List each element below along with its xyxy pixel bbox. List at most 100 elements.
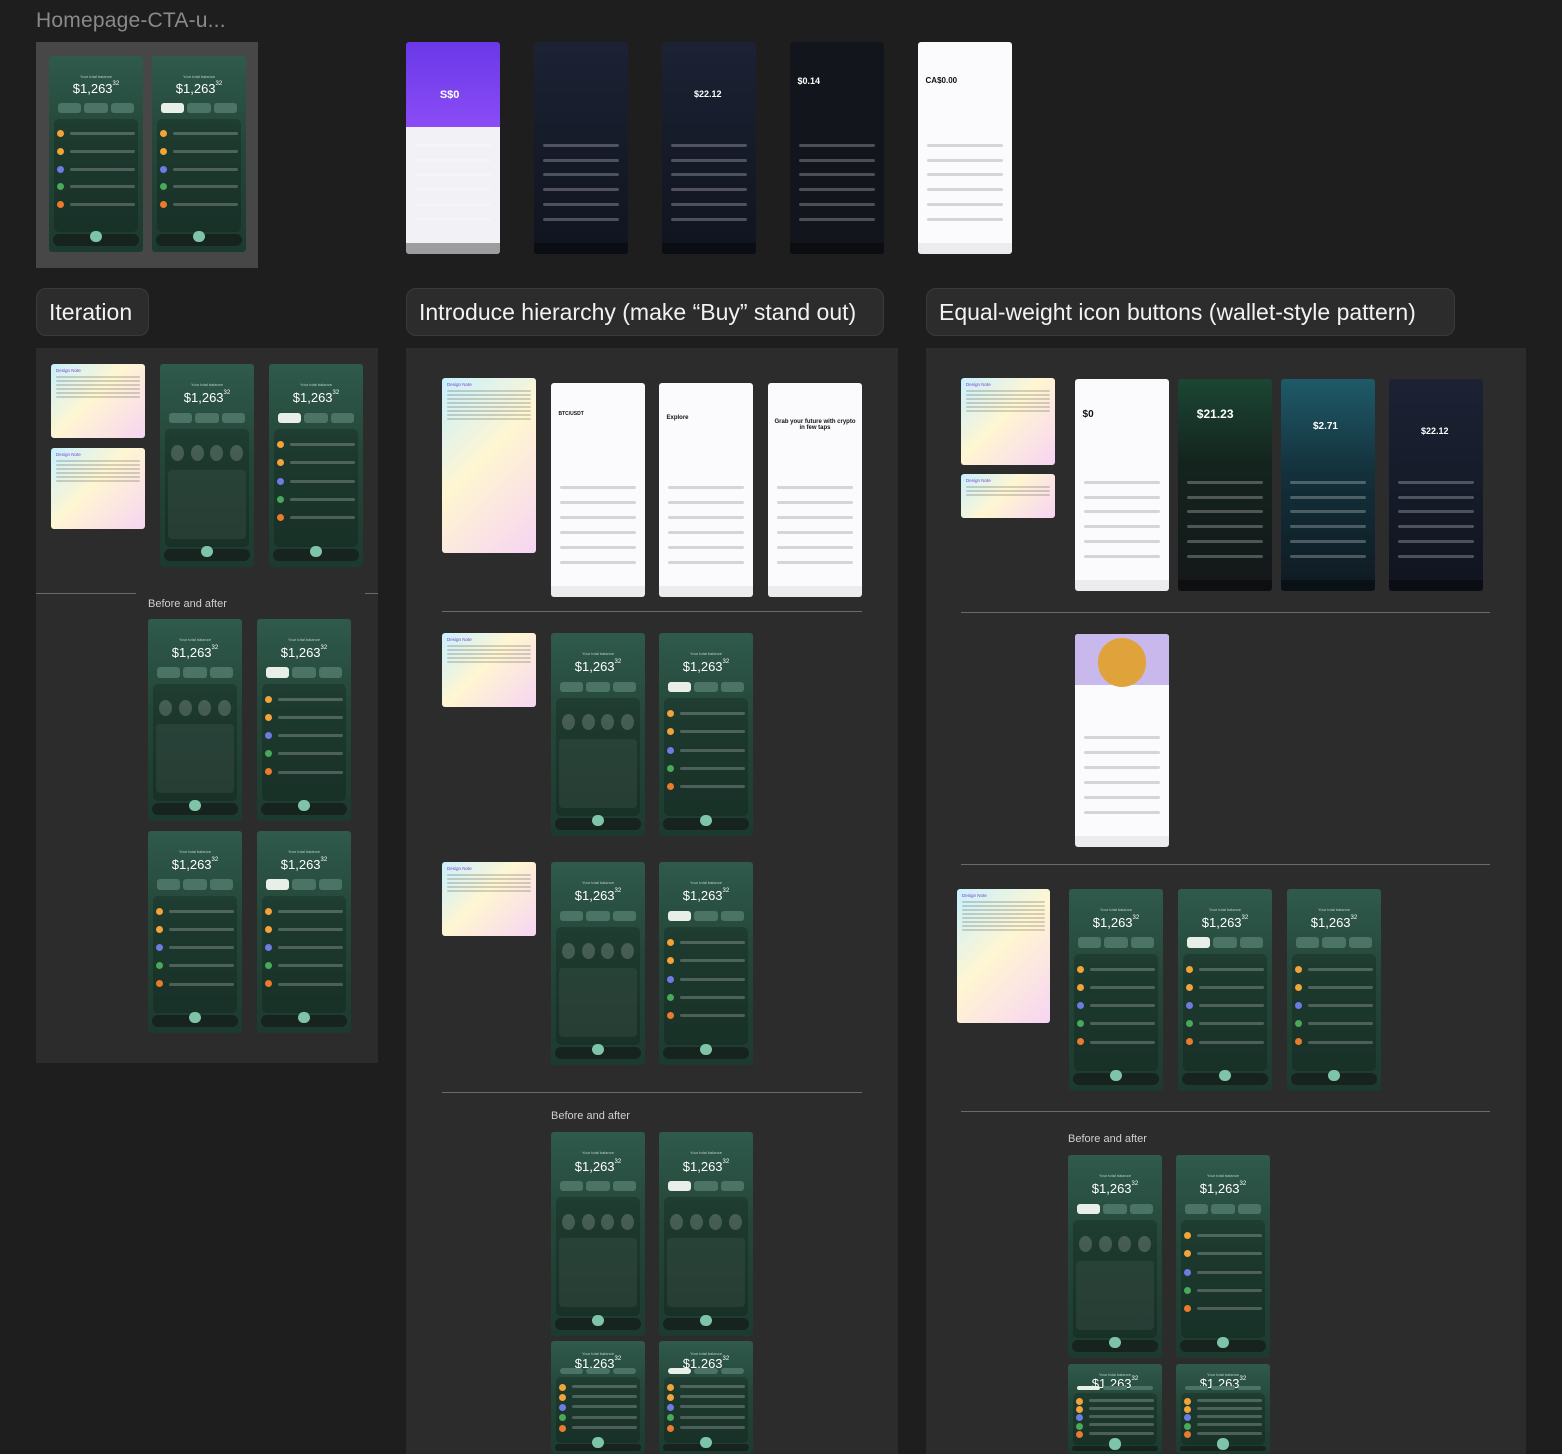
- asset-row[interactable]: [679, 1014, 746, 1018]
- sell-button[interactable]: [330, 412, 354, 423]
- asset-row[interactable]: [172, 132, 239, 136]
- phone-mock[interactable]: Your total balance $1,26332: [659, 633, 753, 836]
- linkedin-icon[interactable]: [601, 1213, 615, 1230]
- asset-row[interactable]: [679, 712, 746, 716]
- swap-button[interactable]: [304, 412, 328, 423]
- tab-bar[interactable]: [551, 586, 645, 597]
- trade-fab-button[interactable]: [1217, 1438, 1229, 1450]
- asset-row[interactable]: [168, 946, 235, 950]
- phone-mock[interactable]: Your total balance $1,26332: [269, 364, 363, 567]
- swap-button[interactable]: [183, 879, 207, 890]
- asset-row[interactable]: [1089, 1004, 1156, 1008]
- asset-row[interactable]: [69, 167, 136, 171]
- trade-fab-button[interactable]: [700, 1437, 712, 1449]
- asset-row[interactable]: [1198, 1004, 1265, 1008]
- sell-button[interactable]: [318, 879, 342, 890]
- phone-mock-before[interactable]: Your total balance $1,26332: [1068, 1155, 1162, 1358]
- phone-mock[interactable]: Your total balance $1,26332: [160, 364, 254, 567]
- phone-mock-before[interactable]: Your total balance $1,26332: [551, 1132, 645, 1336]
- tab-bar[interactable]: [918, 243, 1012, 254]
- x-icon[interactable]: [562, 1213, 576, 1230]
- asset-row[interactable]: [69, 185, 136, 189]
- trade-fab-button[interactable]: [193, 230, 205, 243]
- design-note[interactable]: Design Note: [957, 889, 1050, 1023]
- reference-screenshot-coinbase[interactable]: CA$0.00: [918, 42, 1012, 254]
- asset-row[interactable]: [1198, 1040, 1265, 1044]
- asset-row[interactable]: [1196, 1423, 1263, 1427]
- phone-mock[interactable]: Your total balance $1,26332: [1287, 889, 1381, 1091]
- swap-button[interactable]: [694, 910, 718, 921]
- before-after-caption[interactable]: Before and after: [551, 1110, 630, 1122]
- swap-button[interactable]: [1104, 937, 1128, 948]
- sell-button[interactable]: [318, 667, 342, 678]
- reference-screenshot-coinbase[interactable]: Explore: [659, 383, 753, 597]
- before-after-caption[interactable]: Before and after: [1068, 1133, 1147, 1145]
- design-note[interactable]: Design Note: [51, 448, 145, 529]
- swap-button[interactable]: [195, 412, 219, 423]
- asset-row[interactable]: [679, 1385, 746, 1389]
- buy-button[interactable]: [58, 103, 82, 113]
- asset-row[interactable]: [679, 766, 746, 770]
- reference-screenshot-phantom[interactable]: $21.23: [1178, 379, 1272, 591]
- sell-button[interactable]: [720, 910, 744, 921]
- asset-row[interactable]: [289, 479, 356, 483]
- phone-mock[interactable]: Your total balance $1,26332: [551, 862, 645, 1065]
- buy-button[interactable]: [169, 412, 193, 423]
- phone-mock-after[interactable]: Your total balance $1,26332: [257, 619, 351, 821]
- reference-screenshot-exchange[interactable]: [534, 42, 628, 254]
- tab-bar[interactable]: [1075, 580, 1169, 591]
- asset-row[interactable]: [1196, 1270, 1263, 1274]
- asset-row[interactable]: [277, 946, 344, 950]
- help-icon[interactable]: [620, 1213, 634, 1230]
- discord-icon[interactable]: [689, 1213, 703, 1230]
- phone-mock-top-2[interactable]: Your total balance $1,26332: [152, 56, 246, 252]
- discord-icon[interactable]: [1098, 1236, 1112, 1253]
- asset-row[interactable]: [1089, 1040, 1156, 1044]
- section-label-hierarchy[interactable]: Introduce hierarchy (make “Buy” stand ou…: [406, 288, 884, 336]
- trade-fab-button[interactable]: [700, 1043, 712, 1055]
- reference-screenshot-okx[interactable]: Grab your future with crypto in few taps: [768, 383, 862, 597]
- asset-row[interactable]: [1089, 985, 1156, 989]
- frame-title[interactable]: Homepage-CTA-u...: [36, 9, 226, 33]
- swap-button[interactable]: [1213, 937, 1237, 948]
- trade-fab-button[interactable]: [1109, 1438, 1121, 1450]
- swap-button[interactable]: [1103, 1203, 1127, 1214]
- tab-bar[interactable]: [662, 243, 756, 254]
- trade-fab-button[interactable]: [201, 545, 213, 557]
- asset-row[interactable]: [679, 977, 746, 981]
- asset-row[interactable]: [277, 770, 344, 774]
- design-canvas[interactable]: Homepage-CTA-u... Your total balance $1,2…: [0, 0, 1562, 1454]
- trade-fab-button[interactable]: [592, 1437, 604, 1449]
- buy-button[interactable]: [560, 681, 584, 692]
- asset-row[interactable]: [1088, 1431, 1155, 1435]
- help-icon[interactable]: [1137, 1236, 1151, 1253]
- tab-bar[interactable]: [1178, 580, 1272, 591]
- help-icon[interactable]: [217, 699, 231, 716]
- asset-row[interactable]: [1196, 1415, 1263, 1419]
- asset-row[interactable]: [289, 497, 356, 501]
- x-icon[interactable]: [670, 1213, 684, 1230]
- asset-row[interactable]: [1198, 967, 1265, 971]
- phone-mock-before[interactable]: Your total balance $1,26332: [551, 1341, 645, 1454]
- asset-row[interactable]: [69, 203, 136, 206]
- asset-row[interactable]: [168, 982, 235, 986]
- trade-fab-button[interactable]: [189, 1011, 201, 1023]
- before-after-caption[interactable]: Before and after: [148, 598, 227, 610]
- swap-button[interactable]: [586, 910, 610, 921]
- sell-button[interactable]: [720, 1368, 744, 1374]
- tab-bar[interactable]: [406, 243, 500, 254]
- asset-row[interactable]: [1307, 1022, 1374, 1026]
- asset-row[interactable]: [172, 167, 239, 171]
- buy-button[interactable]: [1077, 1385, 1101, 1391]
- linkedin-icon[interactable]: [709, 1213, 723, 1230]
- asset-row[interactable]: [1089, 967, 1156, 971]
- x-icon[interactable]: [562, 714, 576, 731]
- asset-row[interactable]: [1198, 985, 1265, 989]
- asset-row[interactable]: [1088, 1423, 1155, 1427]
- linkedin-icon[interactable]: [601, 943, 615, 960]
- trade-fab-button[interactable]: [298, 1011, 310, 1023]
- tab-bar[interactable]: [659, 586, 753, 597]
- trade-fab-button[interactable]: [700, 814, 712, 826]
- linkedin-icon[interactable]: [210, 445, 224, 462]
- design-note[interactable]: Design Note: [442, 378, 536, 553]
